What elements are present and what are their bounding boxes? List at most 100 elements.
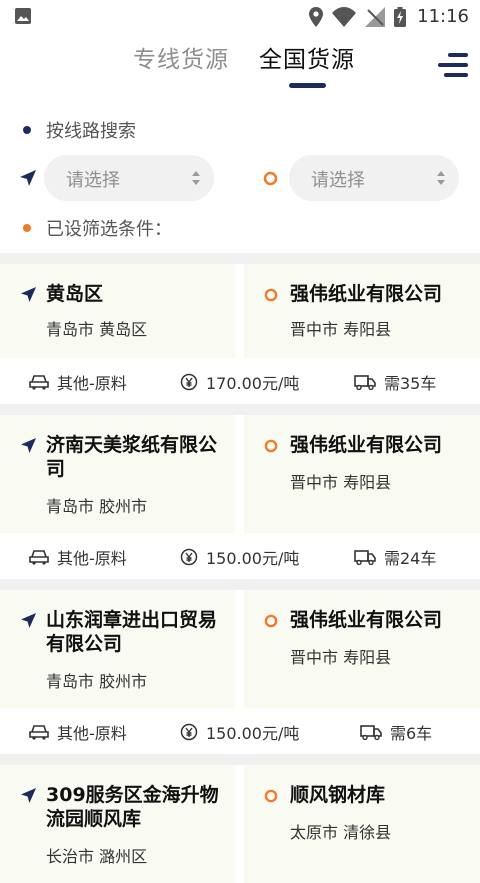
origin-panel: 黄岛区 青岛市 黄岛区 <box>0 264 235 358</box>
origin-name: 309服务区金海升物流园顺风库 <box>46 784 219 830</box>
price-meta: 150.00元/吨 <box>180 720 299 744</box>
signal-off-icon <box>365 6 386 27</box>
price-text: 150.00元/吨 <box>206 549 300 568</box>
destination-location: 晋中市 寿阳县 <box>290 320 392 339</box>
cargo-card[interactable]: 黄岛区 青岛市 黄岛区 强伟纸业有限公司 晋中市 寿阳县 其他-原料 170.0… <box>0 264 480 404</box>
price-meta: 170.00元/吨 <box>180 370 299 394</box>
destination-panel: 强伟纸业有限公司 晋中市 寿阳县 <box>244 590 480 708</box>
select-arrows-icon <box>437 171 445 185</box>
bullet-dot <box>23 224 31 232</box>
destination-circle-icon <box>264 789 278 803</box>
yen-icon <box>180 373 198 391</box>
origin-location: 青岛市 黄岛区 <box>46 320 148 339</box>
destination-circle-icon <box>264 439 278 453</box>
category-meta: 其他-原料 <box>29 720 127 744</box>
trucks-meta: 需6车 <box>360 720 432 744</box>
cargo-card[interactable]: 309服务区金海升物流园顺风库 长治市 潞州区 顺风钢材库 太原市 清徐县 <box>0 765 480 883</box>
filters-label: 已设筛选条件： <box>46 219 172 240</box>
cargo-card[interactable]: 山东润章进出口贸易有限公司 青岛市 胶州市 强伟纸业有限公司 晋中市 寿阳县 其… <box>0 590 480 754</box>
car-icon <box>29 550 49 565</box>
yen-icon <box>180 548 198 566</box>
truck-icon <box>354 550 376 565</box>
car-icon <box>29 375 49 390</box>
trucks-text: 需24车 <box>384 549 437 568</box>
destination-name: 强伟纸业有限公司 <box>290 283 443 305</box>
origin-arrow-icon <box>20 286 37 303</box>
origin-location: 长治市 潞州区 <box>46 847 148 866</box>
bullet-dot <box>23 126 31 134</box>
location-icon <box>309 6 324 27</box>
filters-row: 已设筛选条件： <box>0 210 480 246</box>
header: 专线货源 全国货源 <box>0 32 480 96</box>
divider <box>0 253 480 264</box>
destination-circle-icon <box>263 171 278 186</box>
tab-national-cargo[interactable]: 全国货源 <box>259 40 355 74</box>
route-select-row: 请选择 请选择 <box>0 155 480 201</box>
cargo-list: 黄岛区 青岛市 黄岛区 强伟纸业有限公司 晋中市 寿阳县 其他-原料 170.0… <box>0 253 480 883</box>
category-text: 其他-原料 <box>57 549 127 568</box>
route-search-label: 按线路搜索 <box>46 121 136 142</box>
destination-select[interactable]: 请选择 <box>289 155 459 201</box>
origin-panel: 309服务区金海升物流园顺风库 长治市 潞州区 <box>0 765 235 883</box>
origin-arrow-icon <box>20 170 36 186</box>
truck-icon <box>360 725 382 740</box>
battery-charging-icon <box>394 6 407 27</box>
origin-panel: 山东润章进出口贸易有限公司 青岛市 胶州市 <box>0 590 235 708</box>
destination-location: 太原市 清徐县 <box>290 823 392 842</box>
truck-icon <box>354 375 376 390</box>
origin-name: 山东润章进出口贸易有限公司 <box>46 609 218 655</box>
menu-icon-bar <box>444 73 468 77</box>
menu-icon-bar <box>448 53 468 57</box>
active-tab-indicator <box>289 83 326 88</box>
divider <box>0 754 480 765</box>
price-meta: 150.00元/吨 <box>180 545 299 569</box>
card-meta-row: 其他-原料 170.00元/吨 需35车 <box>0 358 480 404</box>
price-text: 170.00元/吨 <box>206 374 300 393</box>
origin-name: 济南天美浆纸有限公司 <box>46 434 218 480</box>
status-time: 11:16 <box>417 6 469 27</box>
destination-name: 强伟纸业有限公司 <box>290 609 443 631</box>
origin-arrow-icon <box>20 612 37 629</box>
wifi-icon <box>332 6 357 27</box>
yen-icon <box>180 723 198 741</box>
origin-select[interactable]: 请选择 <box>44 155 214 201</box>
destination-panel: 强伟纸业有限公司 晋中市 寿阳县 <box>244 415 480 533</box>
category-meta: 其他-原料 <box>29 370 127 394</box>
category-text: 其他-原料 <box>57 724 127 743</box>
trucks-meta: 需24车 <box>354 545 436 569</box>
route-search-row: 按线路搜索 <box>0 112 480 148</box>
category-meta: 其他-原料 <box>29 545 127 569</box>
menu-button[interactable] <box>436 51 468 79</box>
origin-panel: 济南天美浆纸有限公司 青岛市 胶州市 <box>0 415 235 533</box>
trucks-text: 需35车 <box>384 374 437 393</box>
origin-select-placeholder: 请选择 <box>66 170 120 191</box>
category-text: 其他-原料 <box>57 374 127 393</box>
menu-icon-bar <box>438 63 468 67</box>
origin-location: 青岛市 胶州市 <box>46 497 148 516</box>
status-bar: 11:16 <box>0 0 480 32</box>
trucks-text: 需6车 <box>390 724 433 743</box>
divider <box>0 579 480 590</box>
origin-arrow-icon <box>20 437 37 454</box>
select-arrows-icon <box>192 171 200 185</box>
tab-special-line-cargo[interactable]: 专线货源 <box>133 40 229 74</box>
cargo-card[interactable]: 济南天美浆纸有限公司 青岛市 胶州市 强伟纸业有限公司 晋中市 寿阳县 其他-原… <box>0 415 480 579</box>
trucks-meta: 需35车 <box>354 370 436 394</box>
destination-name: 强伟纸业有限公司 <box>290 434 443 456</box>
destination-name: 顺风钢材库 <box>290 784 386 806</box>
origin-location: 青岛市 胶州市 <box>46 672 148 691</box>
destination-select-placeholder: 请选择 <box>311 170 365 191</box>
card-meta-row: 其他-原料 150.00元/吨 需6车 <box>0 708 480 754</box>
destination-circle-icon <box>264 614 278 628</box>
divider <box>0 404 480 415</box>
destination-location: 晋中市 寿阳县 <box>290 473 392 492</box>
gallery-icon <box>15 8 31 24</box>
price-text: 150.00元/吨 <box>206 724 300 743</box>
origin-name: 黄岛区 <box>46 283 104 305</box>
card-meta-row: 其他-原料 150.00元/吨 需24车 <box>0 533 480 579</box>
destination-panel: 强伟纸业有限公司 晋中市 寿阳县 <box>244 264 480 358</box>
car-icon <box>29 725 49 740</box>
destination-circle-icon <box>264 288 278 302</box>
origin-arrow-icon <box>20 787 37 804</box>
destination-panel: 顺风钢材库 太原市 清徐县 <box>244 765 480 883</box>
